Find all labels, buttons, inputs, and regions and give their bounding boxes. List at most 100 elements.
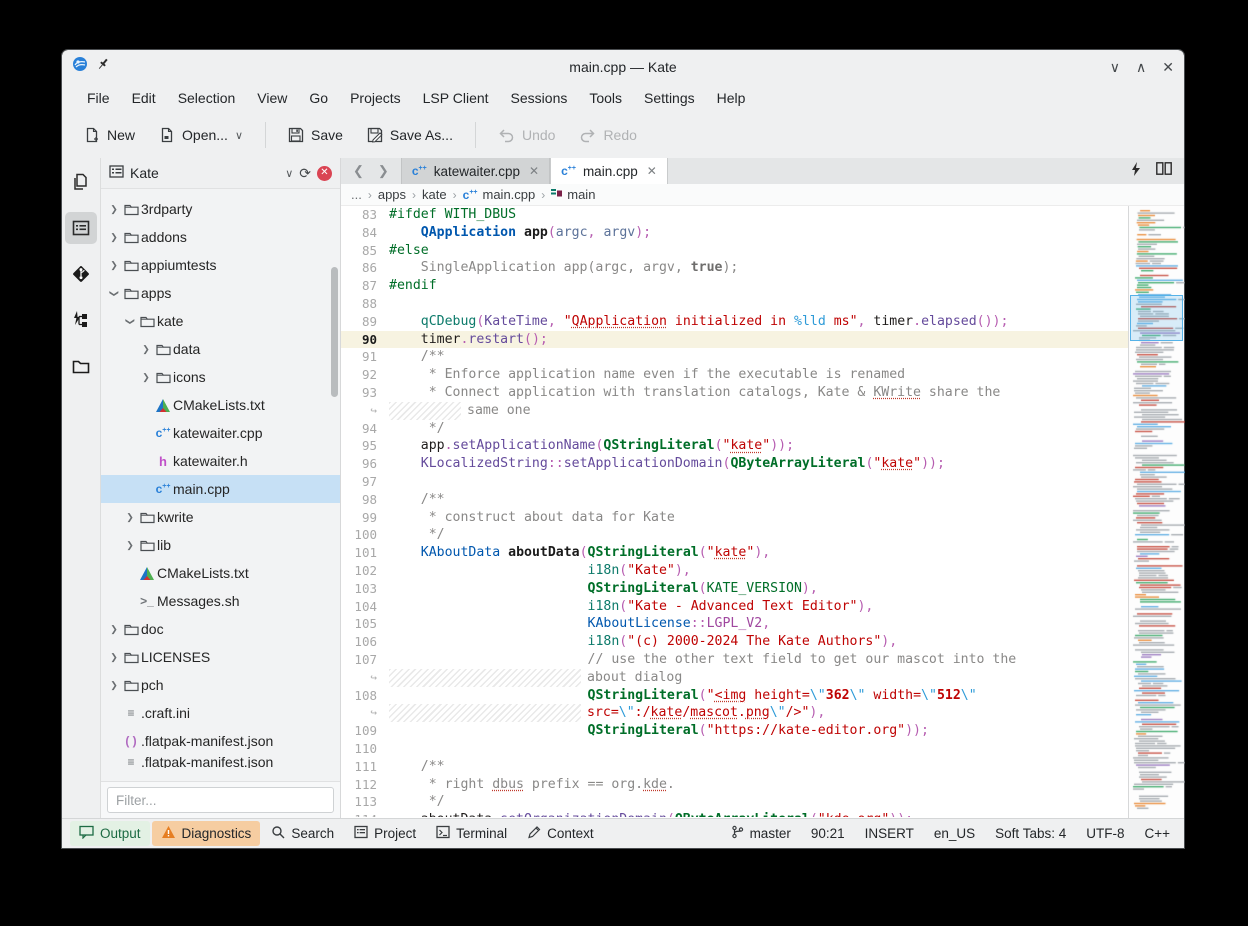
maximize-button[interactable]: ∧ xyxy=(1136,60,1146,74)
code-line-113[interactable]: 113 */ xyxy=(341,793,1128,811)
code-line-98[interactable]: 98 /** xyxy=(341,491,1128,509)
minimap[interactable] xyxy=(1128,206,1184,818)
code-line-90[interactable]: 90 timer.restart(); xyxy=(341,331,1128,349)
tree-item-appiumtests[interactable]: ❯appiumtests xyxy=(101,251,340,279)
code-line-86[interactable]: 86 SingleApplication app(argc, argv, tru… xyxy=(341,259,1128,277)
tab-katewaiter.cpp[interactable]: c++katewaiter.cpp✕ xyxy=(401,158,550,184)
code-line-87[interactable]: 87#endif xyxy=(341,277,1128,295)
tree-item-addons[interactable]: ❯addons xyxy=(101,223,340,251)
code-line-101[interactable]: 101 KAboutData aboutData(QStringLiteral(… xyxy=(341,544,1128,562)
code-line-112[interactable]: 112 * right dbus prefix == org.kde. xyxy=(341,776,1128,794)
code-line-wrap[interactable]: ↪same one xyxy=(341,402,1128,420)
statusbar-search-button[interactable]: Search xyxy=(262,821,343,846)
code-line-88[interactable]: 88 xyxy=(341,295,1128,313)
code-line-111[interactable]: 111 /** xyxy=(341,758,1128,776)
menu-file[interactable]: File xyxy=(76,86,121,110)
code-line-106[interactable]: 106 i18n("(c) 2000-2024 The Kate Authors… xyxy=(341,633,1128,651)
statusbar-project-button[interactable]: Project xyxy=(345,821,425,846)
menu-sessions[interactable]: Sessions xyxy=(500,86,579,110)
code-line-85[interactable]: 85#else xyxy=(341,242,1128,260)
sidebar-tool-symbols-icon[interactable] xyxy=(65,304,97,336)
code-line-wrap[interactable]: ↪about dialog xyxy=(341,669,1128,687)
code-line-96[interactable]: 96 KLocalizedString::setApplicationDomai… xyxy=(341,455,1128,473)
tree-item-licenses[interactable]: ❯LICENSES xyxy=(101,643,340,671)
tree-scrollbar[interactable] xyxy=(331,267,338,397)
menu-selection[interactable]: Selection xyxy=(167,86,247,110)
menu-help[interactable]: Help xyxy=(706,86,757,110)
code-line-95[interactable]: 95 app.setApplicationName(QStringLiteral… xyxy=(341,437,1128,455)
code-line-108[interactable]: 108 QStringLiteral("<img height=\"362\" … xyxy=(341,687,1128,705)
breadcrumb-...[interactable]: ... xyxy=(351,187,362,202)
code-line-97[interactable]: 97 xyxy=(341,473,1128,491)
statusbar-90-21[interactable]: 90:21 xyxy=(811,826,845,841)
menu-lsp-client[interactable]: LSP Client xyxy=(412,86,500,110)
statusbar-utf-8[interactable]: UTF-8 xyxy=(1086,826,1124,841)
breadcrumb-main.cpp[interactable]: c++main.cpp xyxy=(463,187,536,202)
tree-item-lib[interactable]: ❯lib xyxy=(101,531,340,559)
expander-chevron-icon[interactable]: ❯ xyxy=(123,540,137,551)
project-selector-chevron-icon[interactable]: ∨ xyxy=(285,167,293,180)
statusbar-master[interactable]: master xyxy=(731,825,791,842)
code-line-93[interactable]: 93 * Connect application with translatio… xyxy=(341,384,1128,402)
expander-chevron-icon[interactable]: ❯ xyxy=(139,344,153,355)
code-line-94[interactable]: 94 */ xyxy=(341,420,1128,438)
minimize-button[interactable]: ∨ xyxy=(1110,60,1120,74)
minimap-viewport[interactable] xyxy=(1130,295,1183,341)
close-project-icon[interactable]: ✕ xyxy=(317,166,332,181)
menu-view[interactable]: View xyxy=(246,86,298,110)
code-line-110[interactable]: 110 xyxy=(341,740,1128,758)
tree-item-kate[interactable]: ❯kate xyxy=(101,307,340,335)
menu-edit[interactable]: Edit xyxy=(121,86,167,110)
redo-button[interactable]: Redo xyxy=(569,120,646,150)
code-line-109[interactable]: 109 QStringLiteral("https://kate-editor.… xyxy=(341,722,1128,740)
tree-item-cmakelists.txt[interactable]: CMakeLists.txt xyxy=(101,391,340,419)
statusbar-diagnostics-button[interactable]: Diagnostics xyxy=(152,821,261,846)
breadcrumb-kate[interactable]: kate xyxy=(422,187,447,202)
code-line-92[interactable]: 92 * Enforce application name even if th… xyxy=(341,366,1128,384)
sidebar-tool-git-icon[interactable] xyxy=(65,258,97,290)
code-view[interactable]: 83#ifdef WITH_DBUS84 QApplication app(ar… xyxy=(341,206,1128,818)
close-button[interactable]: ✕ xyxy=(1162,60,1174,74)
expander-chevron-icon[interactable]: ❯ xyxy=(123,512,137,523)
statusbar-c++[interactable]: C++ xyxy=(1144,826,1170,841)
expander-chevron-icon[interactable]: ❯ xyxy=(139,372,153,383)
breadcrumb-apps[interactable]: apps xyxy=(378,187,406,202)
menu-settings[interactable]: Settings xyxy=(633,86,706,110)
sidebar-tool-filesystem-icon[interactable] xyxy=(65,350,97,382)
statusbar-en-us[interactable]: en_US xyxy=(934,826,975,841)
forward-icon[interactable]: ❯ xyxy=(378,163,389,179)
statusbar-output-button[interactable]: Output xyxy=(70,821,150,846)
statusbar-insert[interactable]: INSERT xyxy=(865,826,914,841)
save-as-button[interactable]: Save As... xyxy=(357,120,463,150)
reload-project-icon[interactable]: ⟳ xyxy=(299,165,311,182)
menu-projects[interactable]: Projects xyxy=(339,86,412,110)
titlebar[interactable]: main.cpp — Kate ∨ ∧ ✕ xyxy=(62,50,1184,83)
tab-close-icon[interactable]: ✕ xyxy=(647,164,657,178)
tree-item-pch[interactable]: ❯pch xyxy=(101,671,340,699)
sidebar-tool-documents-icon[interactable] xyxy=(65,166,97,198)
tree-item-katewaiter.h[interactable]: hkatewaiter.h xyxy=(101,447,340,475)
code-line-103[interactable]: 103 QStringLiteral(KATE_VERSION), xyxy=(341,580,1128,598)
code-line-99[interactable]: 99 * construct about data for Kate xyxy=(341,509,1128,527)
save-button[interactable]: Save xyxy=(278,120,353,150)
code-line-104[interactable]: 104 i18n("Kate - Advanced Text Editor"), xyxy=(341,598,1128,616)
code-line-100[interactable]: 100 */ xyxy=(341,526,1128,544)
open-button[interactable]: Open...∨ xyxy=(149,120,253,150)
split-view-icon[interactable] xyxy=(1156,162,1172,180)
tree-item-main.cpp[interactable]: c++main.cpp xyxy=(101,475,340,503)
tree-item-.craft.ini[interactable]: ≡.craft.ini xyxy=(101,699,340,727)
code-line-102[interactable]: 102 i18n("Kate"), xyxy=(341,562,1128,580)
quick-open-icon[interactable] xyxy=(1130,162,1142,181)
project-filter-input[interactable] xyxy=(107,787,334,813)
statusbar-soft-tabs-4[interactable]: Soft Tabs: 4 xyxy=(995,826,1066,841)
expander-chevron-icon[interactable]: ❯ xyxy=(125,314,136,328)
code-line-114[interactable]: 114 aboutData.setOrganizationDomain(QByt… xyxy=(341,811,1128,817)
breadcrumb-main[interactable]: main xyxy=(551,187,595,202)
expander-chevron-icon[interactable]: ❯ xyxy=(107,624,121,635)
tab-close-icon[interactable]: ✕ xyxy=(529,164,539,178)
tree-item-3rdparty[interactable]: ❯3rdparty xyxy=(101,195,340,223)
new-button[interactable]: New xyxy=(74,120,145,150)
expander-chevron-icon[interactable]: ❯ xyxy=(107,260,121,271)
code-line-83[interactable]: 83#ifdef WITH_DBUS xyxy=(341,206,1128,224)
tree-item-kwrite[interactable]: ❯kwrite xyxy=(101,503,340,531)
